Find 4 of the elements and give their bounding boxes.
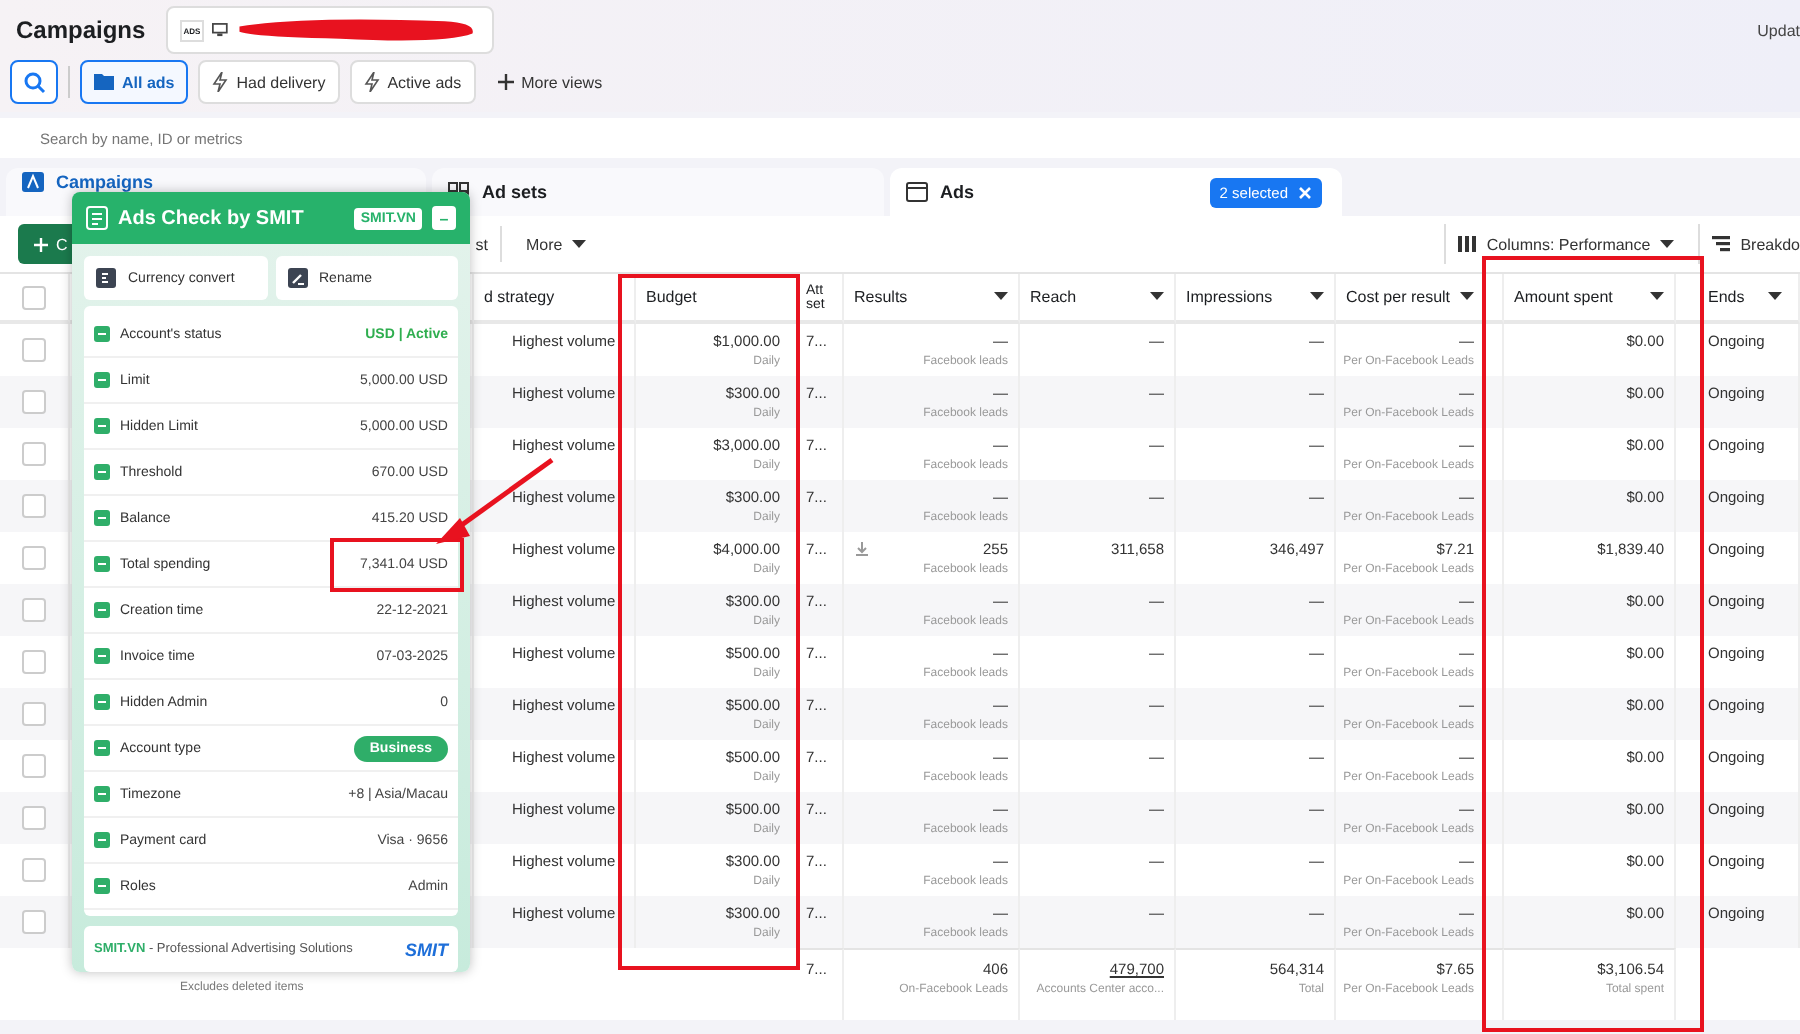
update-text: Updat (1757, 21, 1800, 39)
logo: SMIT (405, 939, 448, 960)
panel-title: Ads Check by SMIT (118, 207, 304, 230)
page-title: Campaigns (16, 16, 146, 44)
